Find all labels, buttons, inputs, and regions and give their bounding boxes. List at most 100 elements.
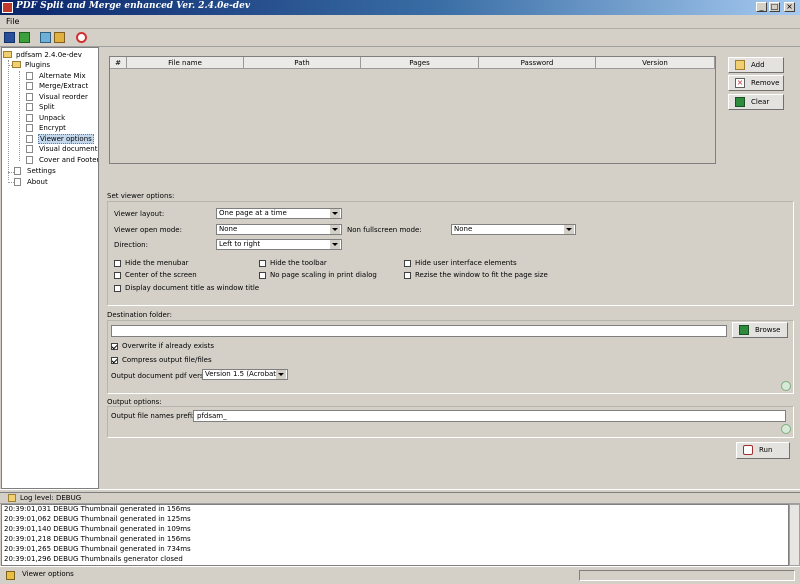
- exit-icon[interactable]: [76, 32, 87, 43]
- pdf-version-select[interactable]: Version 1.5 (Acrobat 6): [202, 369, 288, 380]
- refresh-icon[interactable]: [781, 424, 791, 434]
- tree-item-label: Visual document cor: [39, 145, 98, 153]
- viewer-open-mode-value: None: [219, 225, 238, 233]
- status-bar: Viewer options: [0, 566, 800, 584]
- checkbox-label: Hide user interface elements: [415, 259, 517, 267]
- clean-icon[interactable]: [54, 32, 65, 43]
- tree-item-label: Viewer options: [38, 134, 94, 144]
- checkbox-label: Display document title as window title: [125, 284, 260, 292]
- log-header: Log level: DEBUG: [0, 493, 800, 504]
- column-header-index[interactable]: #: [110, 57, 127, 69]
- tree-settings-label: Settings: [27, 167, 56, 175]
- pdf-version-value: Version 1.5 (Acrobat 6): [205, 370, 286, 378]
- viewer-options-title: Set viewer options:: [107, 192, 175, 200]
- document-icon: [26, 103, 33, 111]
- destination-folder-title: Destination folder:: [107, 311, 172, 319]
- log-line: 20:39:01,062 DEBUG Thumbnail generated i…: [4, 515, 191, 523]
- non-fullscreen-mode-label: Non fullscreen mode:: [347, 226, 422, 234]
- log-line: 20:39:01,218 DEBUG Thumbnail generated i…: [4, 535, 191, 543]
- checkbox-label: No page scaling in print dialog: [270, 271, 377, 279]
- non-fullscreen-mode-value: None: [454, 225, 473, 233]
- save-icon[interactable]: [4, 32, 15, 43]
- folder-icon: [739, 325, 749, 335]
- minimize-button[interactable]: _: [756, 2, 767, 12]
- file-table[interactable]: # File name Path Pages Password Version: [109, 56, 716, 164]
- checkbox-box: [259, 260, 266, 267]
- viewer-open-mode-label: Viewer open mode:: [114, 226, 182, 234]
- column-header-password[interactable]: Password: [479, 57, 596, 69]
- browse-button[interactable]: Browse: [732, 322, 788, 338]
- checkbox-box: [111, 357, 118, 364]
- add-icon: [735, 60, 745, 70]
- tree-item-label: Unpack: [39, 114, 66, 122]
- document-icon: [26, 145, 33, 153]
- column-header-version[interactable]: Version: [596, 57, 715, 69]
- column-header-path[interactable]: Path: [244, 57, 361, 69]
- run-button[interactable]: Run: [736, 442, 790, 459]
- viewer-layout-label: Viewer layout:: [114, 210, 165, 218]
- document-icon: [26, 72, 33, 80]
- direction-select[interactable]: Left to right: [216, 239, 342, 250]
- document-icon: [14, 178, 21, 186]
- document-icon: [26, 114, 33, 122]
- checkbox-box: [114, 260, 121, 267]
- direction-label: Direction:: [114, 241, 148, 249]
- checkbox-label: Center of the screen: [125, 271, 197, 279]
- document-icon: [14, 167, 21, 175]
- add-button[interactable]: Add: [728, 57, 784, 73]
- viewer-layout-select[interactable]: One page at a time: [216, 208, 342, 219]
- pdf-version-label: Output document pdf version:: [111, 372, 217, 380]
- plugin-tree: pdfsam 2.4.0e-dev Plugins Alternate Mix …: [1, 47, 99, 489]
- tree-about-label: About: [27, 178, 48, 186]
- document-icon: [26, 82, 33, 90]
- window-title: PDF Split and Merge enhanced Ver. 2.4.0e…: [16, 1, 251, 11]
- non-fullscreen-mode-select[interactable]: None: [451, 224, 576, 235]
- column-header-file-name[interactable]: File name: [127, 57, 244, 69]
- document-icon: [26, 124, 33, 132]
- environment-icon[interactable]: [40, 32, 51, 43]
- checkbox-box: [259, 272, 266, 279]
- run-icon: [743, 445, 753, 455]
- log-area[interactable]: 20:39:01,031 DEBUG Thumbnail generated i…: [1, 504, 789, 566]
- tree-item-label: Split: [39, 103, 55, 111]
- checkbox-box: [111, 343, 118, 350]
- document-icon: [26, 93, 33, 101]
- tree-item-label: Merge/Extract: [39, 82, 89, 90]
- add-button-label: Add: [751, 61, 765, 69]
- open-icon[interactable]: [19, 32, 30, 43]
- chevron-down-icon: [564, 225, 574, 234]
- document-icon: [26, 135, 33, 143]
- viewer-layout-value: One page at a time: [219, 209, 287, 217]
- title-bar: PDF Split and Merge enhanced Ver. 2.4.0e…: [0, 0, 800, 15]
- viewer-open-mode-select[interactable]: None: [216, 224, 342, 235]
- remove-button[interactable]: × Remove: [728, 75, 784, 91]
- log-line: 20:39:01,265 DEBUG Thumbnail generated i…: [4, 545, 191, 553]
- clear-button-label: Clear: [751, 98, 770, 106]
- log-level-label: Log level: DEBUG: [20, 494, 82, 502]
- checkbox-label: Overwrite if already exists: [122, 342, 214, 350]
- refresh-icon[interactable]: [781, 381, 791, 391]
- output-options-title: Output options:: [107, 398, 162, 406]
- checkbox-label: Hide the toolbar: [270, 259, 327, 267]
- tree-plugins-label: Plugins: [25, 61, 51, 69]
- tree-root-label: pdfsam 2.4.0e-dev: [16, 51, 82, 59]
- menu-file[interactable]: File: [6, 17, 19, 26]
- log-icon: [8, 494, 16, 502]
- checkbox-box: [404, 260, 411, 267]
- clear-button[interactable]: Clear: [728, 94, 784, 110]
- close-button[interactable]: ×: [784, 2, 795, 12]
- document-icon: [26, 156, 33, 164]
- chevron-down-icon: [330, 209, 340, 218]
- prefix-input[interactable]: pfdsam_: [193, 410, 786, 422]
- remove-icon: ×: [735, 78, 745, 88]
- tree-item-label: Cover and Footer: [39, 156, 99, 164]
- destination-path-input[interactable]: [111, 325, 727, 337]
- maximize-button[interactable]: □: [769, 2, 780, 12]
- menu-bar: File: [0, 15, 800, 29]
- checkbox-label: Rezise the window to fit the page size: [415, 271, 548, 279]
- log-scrollbar[interactable]: [789, 504, 800, 566]
- checkbox-box: [114, 285, 121, 292]
- lock-icon: [6, 571, 15, 580]
- column-header-pages[interactable]: Pages: [361, 57, 479, 69]
- checkbox-label: Compress output file/files: [122, 356, 212, 364]
